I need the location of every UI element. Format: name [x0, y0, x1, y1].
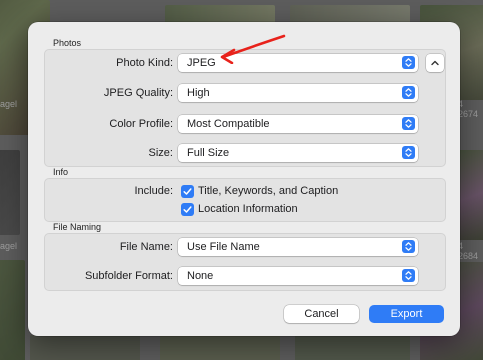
export-dialog: Photos Photo Kind: JPEG JPEG Quality: Hi…: [28, 22, 460, 336]
jpeg-quality-select[interactable]: High: [178, 84, 418, 102]
file-naming-group: File Name: Use File Name Subfolder Forma…: [44, 233, 446, 291]
chevron-updown-icon: [402, 86, 415, 99]
chevron-updown-icon: [402, 269, 415, 282]
photos-group: Photo Kind: JPEG JPEG Quality: High Colo…: [44, 49, 446, 167]
cancel-button[interactable]: Cancel: [284, 305, 359, 323]
chevron-updown-icon: [402, 117, 415, 130]
include-label: Include:: [134, 185, 173, 197]
file-name-label: File Name:: [119, 241, 173, 253]
red-arrow-annotation: [220, 34, 286, 64]
file-name-row: File Name: Use File Name: [45, 238, 445, 258]
color-profile-label: Color Profile:: [109, 118, 173, 130]
size-select[interactable]: Full Size: [178, 144, 418, 162]
checkbox-checked[interactable]: [181, 185, 194, 198]
color-profile-value: Most Compatible: [187, 118, 270, 130]
subfolder-format-row: Subfolder Format: None: [45, 267, 445, 287]
subfolder-format-value: None: [187, 270, 214, 282]
color-profile-select[interactable]: Most Compatible: [178, 115, 418, 133]
jpeg-quality-value: High: [187, 87, 210, 99]
jpeg-quality-label: JPEG Quality:: [103, 87, 173, 99]
photo-kind-value: JPEG: [187, 57, 216, 69]
export-button[interactable]: Export: [369, 305, 444, 323]
chevron-updown-icon: [402, 146, 415, 159]
section-title-file-naming: File Naming: [53, 222, 102, 232]
details-disclosure-button[interactable]: [426, 54, 444, 72]
title-keywords-caption-label: Title, Keywords, and Caption: [198, 185, 339, 197]
section-title-photos: Photos: [53, 38, 82, 48]
location-information-label: Location Information: [198, 203, 298, 215]
color-profile-row: Color Profile: Most Compatible: [45, 115, 445, 135]
photo-kind-label: Photo Kind:: [116, 57, 173, 69]
chevron-updown-icon: [402, 240, 415, 253]
size-label: Size:: [148, 147, 173, 159]
info-group: Include: Title, Keywords, and Caption Lo…: [44, 178, 446, 222]
section-title-info: Info: [53, 167, 69, 177]
checkbox-checked[interactable]: [181, 203, 194, 216]
checkmark-icon: [183, 188, 192, 195]
jpeg-quality-row: JPEG Quality: High: [45, 84, 445, 104]
file-name-value: Use File Name: [187, 241, 260, 253]
chevron-updown-icon: [402, 56, 415, 69]
checkmark-icon: [183, 206, 192, 213]
chevron-up-icon: [431, 60, 439, 66]
subfolder-format-select[interactable]: None: [178, 267, 418, 285]
file-name-select[interactable]: Use File Name: [178, 238, 418, 256]
size-row: Size: Full Size: [45, 144, 445, 164]
arrow-icon: [221, 34, 286, 59]
subfolder-format-label: Subfolder Format:: [84, 270, 173, 282]
size-value: Full Size: [187, 147, 230, 159]
